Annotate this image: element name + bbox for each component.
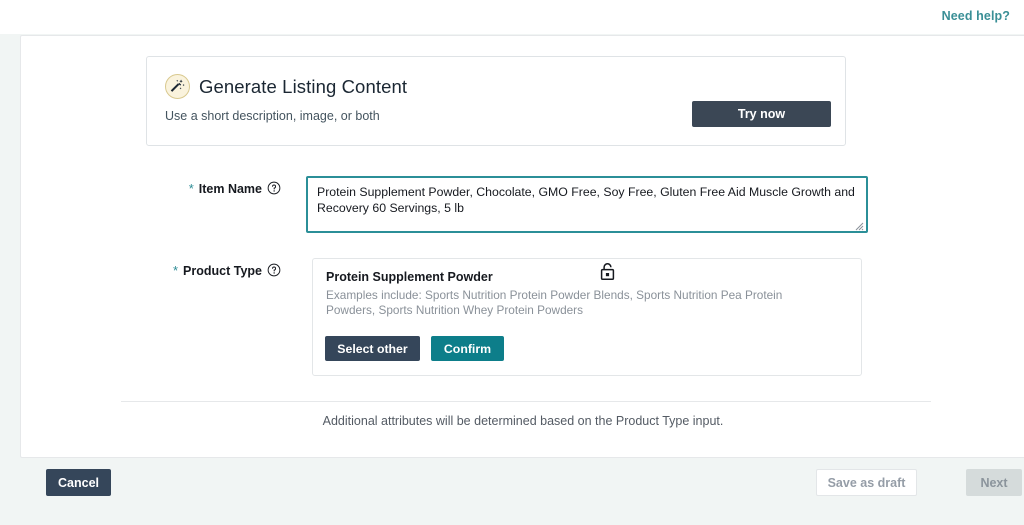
save-as-draft-button[interactable]: Save as draft [816,469,917,496]
cancel-button[interactable]: Cancel [46,469,111,496]
next-button[interactable]: Next [966,469,1022,496]
required-asterisk: * [188,181,194,196]
product-type-suggestion-card: Protein Supplement Powder Examples inclu… [312,258,862,376]
help-circle-icon[interactable] [267,181,281,200]
product-type-examples: Examples include: Sports Nutrition Prote… [326,288,783,317]
product-type-label-group: * Product Type [21,264,281,282]
product-type-actions: Select other Confirm [325,336,504,361]
textarea-resize-handle[interactable] [853,218,864,231]
confirm-button[interactable]: Confirm [431,336,504,361]
item-name-label: Item Name [198,182,262,196]
try-now-button[interactable]: Try now [692,101,831,127]
product-type-label: Product Type [183,264,262,278]
generate-card-subtitle: Use a short description, image, or both [165,109,380,123]
need-help-link[interactable]: Need help? [942,9,1010,23]
page-root: Need help? Generate Listing Content Use … [0,0,1024,525]
generate-card-title: Generate Listing Content [199,75,408,97]
item-name-row: * Item Name Protein Supplement Powder, C… [21,176,1024,246]
generate-card-header: Generate Listing Content [165,74,407,99]
top-bar: Need help? [0,0,1024,34]
help-circle-icon[interactable] [267,263,281,282]
lock-icon[interactable] [596,261,618,285]
required-asterisk: * [172,263,179,278]
section-divider [121,401,931,402]
item-name-input[interactable]: Protein Supplement Powder, Chocolate, GM… [306,176,868,233]
product-type-suggestion-title: Protein Supplement Powder [326,270,493,284]
item-name-value: Protein Supplement Powder, Chocolate, GM… [317,185,859,215]
main-panel: Generate Listing Content Use a short des… [20,35,1024,458]
additional-attributes-note: Additional attributes will be determined… [322,414,724,428]
select-other-button[interactable]: Select other [325,336,420,361]
magic-wand-icon [165,74,190,99]
item-name-label-group: * Item Name [21,182,281,200]
generate-listing-content-card: Generate Listing Content Use a short des… [146,56,846,146]
